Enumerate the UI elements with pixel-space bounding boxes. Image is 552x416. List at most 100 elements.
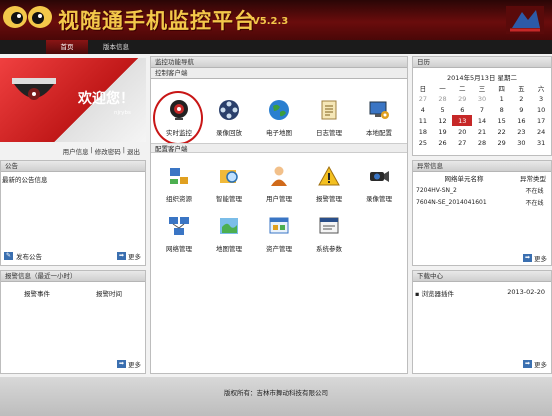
download-title: 下载中心	[413, 271, 551, 282]
tab-version-info[interactable]: 版本信息	[90, 40, 142, 54]
config-section-title: 配置客户端	[151, 143, 407, 153]
footer: 版权所有：吉林市舞动科技有限公司	[0, 377, 552, 416]
function-nav-title: 监控功能导航	[151, 57, 407, 68]
network-tree-icon	[170, 168, 188, 184]
tile-org-resources[interactable]: 组织资源	[157, 165, 201, 203]
calendar-day[interactable]: 18	[413, 126, 433, 137]
notice-latest[interactable]: 最新的公告信息	[1, 172, 145, 186]
warning-icon	[318, 165, 340, 186]
more-arrow-icon: ➡	[523, 360, 532, 368]
calendar-day[interactable]: 1	[492, 93, 512, 104]
calendar-day[interactable]: 10	[531, 104, 551, 115]
alarm-more-button[interactable]: ➡ 更多	[117, 359, 141, 369]
asset-window-icon	[269, 217, 289, 234]
calendar-day[interactable]: 25	[413, 137, 433, 148]
exception-more-button[interactable]: ➡ 更多	[523, 253, 547, 263]
user-icon	[271, 166, 287, 186]
tile-label: 电子地图	[266, 129, 292, 137]
calendar-day[interactable]: 14	[472, 115, 492, 126]
publish-notice-button[interactable]: ✎ 发布公告	[4, 251, 42, 261]
calendar-day[interactable]: 30	[512, 137, 532, 148]
more-arrow-icon: ➡	[117, 360, 126, 368]
calendar-day[interactable]: 2	[512, 93, 532, 104]
tile-user-management[interactable]: 用户管理	[257, 165, 301, 203]
calendar-day[interactable]: 27	[413, 93, 433, 104]
calendar-day[interactable]: 29	[452, 93, 472, 104]
client-section-title: 控制客户端	[151, 68, 407, 79]
tile-label: 报警管理	[316, 195, 342, 203]
exception-col-type: 异常类型	[520, 175, 546, 183]
calendar-day[interactable]: 22	[492, 126, 512, 137]
calendar-day[interactable]: 8	[492, 104, 512, 115]
calendar-day-today[interactable]: 13	[452, 115, 473, 126]
calendar-day[interactable]: 5	[433, 104, 453, 115]
download-item-name: ▪ 浏览器插件	[415, 290, 454, 298]
calendar-day[interactable]: 12	[433, 115, 453, 126]
tab-home[interactable]: 首页	[46, 40, 88, 54]
tile-label: 实时监控	[166, 129, 192, 137]
calendar-day[interactable]: 30	[472, 93, 492, 104]
calendar-grid: 日一 二三 四五 六 27 28 29 30 12 3 45 67 89 10 11…	[413, 82, 551, 148]
table-row[interactable]: 7204HV-SN_2 不在线	[413, 184, 551, 196]
tile-map-management[interactable]: 地图管理	[207, 215, 251, 253]
calendar-day[interactable]: 26	[433, 137, 453, 148]
logout-link[interactable]: 退出	[127, 146, 140, 156]
notice-more-button[interactable]: ➡ 更多	[117, 251, 141, 261]
tile-label: 系统参数	[316, 245, 342, 253]
tile-recording-management[interactable]: 录像管理	[357, 165, 401, 203]
webcam-icon	[170, 100, 188, 120]
tile-local-config[interactable]: 本地配置	[357, 99, 401, 137]
calendar-day[interactable]: 24	[531, 126, 551, 137]
tile-network-management[interactable]: 网络管理	[157, 215, 201, 253]
calendar-day[interactable]: 20	[452, 126, 472, 137]
alarm-table-header: 报警事件 报警时间	[1, 282, 145, 298]
calendar-day[interactable]: 19	[433, 126, 453, 137]
document-icon	[321, 100, 337, 120]
globe-icon	[269, 100, 289, 120]
calendar-day[interactable]: 28	[433, 93, 453, 104]
calendar-day[interactable]: 27	[452, 137, 472, 148]
calendar-day[interactable]: 4	[413, 104, 433, 115]
tile-live-monitor[interactable]: 实时监控	[157, 99, 201, 137]
exception-col-name: 网络单元名称	[444, 175, 484, 183]
tile-alarm-management[interactable]: 报警管理	[307, 165, 351, 203]
list-item[interactable]: ▪ 浏览器插件 2013-02-20	[413, 282, 551, 298]
tile-smart-management[interactable]: 智能管理	[207, 165, 251, 203]
tile-label: 用户管理	[266, 195, 292, 203]
change-password-link[interactable]: 修改密码	[95, 146, 121, 156]
calendar-day[interactable]: 6	[452, 104, 472, 115]
user-links: 用户信息 | 修改密码 | 退出	[62, 146, 140, 156]
download-more-button[interactable]: ➡ 更多	[523, 359, 547, 369]
calendar-day[interactable]: 31	[531, 137, 551, 148]
calendar-day[interactable]: 11	[413, 115, 433, 126]
tile-asset-management[interactable]: 资产管理	[257, 215, 301, 253]
tile-label: 网络管理	[166, 245, 192, 253]
tile-log-management[interactable]: 日志管理	[307, 99, 351, 137]
welcome-panel: 欢迎您！ njrybs 用户信息 | 修改密码 | 退出	[0, 56, 146, 158]
alarm-panel: 报警信息（最近一小时） 报警事件 报警时间 ➡ 更多	[0, 270, 146, 374]
calendar-day[interactable]: 7	[472, 104, 492, 115]
tile-emap[interactable]: 电子地图	[257, 99, 301, 137]
user-info-link[interactable]: 用户信息	[63, 146, 89, 156]
film-reel-icon	[219, 100, 239, 120]
exception-panel: 异常信息 网络单元名称 异常类型 7204HV-SN_2 不在线 7604N-S…	[412, 160, 552, 266]
notice-panel: 公告 最新的公告信息 ✎ 发布公告 ➡ 更多	[0, 160, 146, 266]
calendar-day[interactable]: 15	[492, 115, 512, 126]
calendar-day[interactable]: 9	[512, 104, 532, 115]
map-icon	[220, 218, 238, 234]
calendar-day[interactable]: 21	[472, 126, 492, 137]
tile-label: 资产管理	[266, 245, 292, 253]
calendar-day[interactable]: 28	[472, 137, 492, 148]
calendar-day[interactable]: 17	[531, 115, 551, 126]
calendar-day[interactable]: 16	[512, 115, 532, 126]
app-title: 视随通手机监控平台	[58, 8, 256, 33]
tile-system-params[interactable]: 系统参数	[307, 215, 351, 253]
calendar-day[interactable]: 3	[531, 93, 551, 104]
table-row[interactable]: 7604N-SE_2014041601 不在线	[413, 196, 551, 208]
tile-playback[interactable]: 录像回放	[207, 99, 251, 137]
calendar-day[interactable]: 29	[492, 137, 512, 148]
exception-title: 异常信息	[413, 161, 551, 172]
calendar-title: 日历	[413, 57, 551, 68]
calendar-day[interactable]: 23	[512, 126, 532, 137]
tile-label: 日志管理	[316, 129, 342, 137]
